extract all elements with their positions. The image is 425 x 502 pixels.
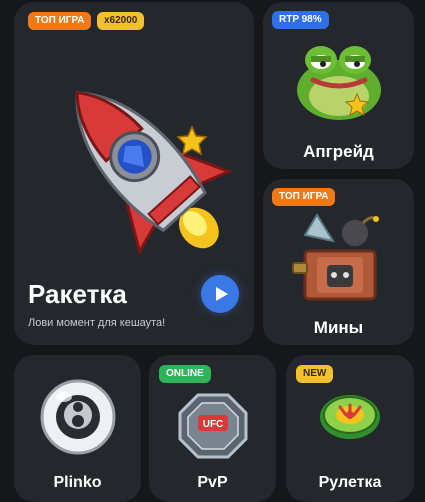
game-card-plinko[interactable]: Plinko: [14, 355, 141, 502]
raketka-subtitle: Лови момент для кешаута!: [28, 317, 166, 329]
top-game-badge: ТОП ИГРА: [28, 12, 92, 30]
game-card-mines[interactable]: ТОП ИГРА Мины: [263, 179, 414, 345]
raketka-title: Ракетка: [28, 279, 127, 309]
online-badge: ONLINE: [159, 365, 211, 383]
plinko-title: Plinko: [53, 474, 102, 491]
ufc-ring-image: UFC: [178, 393, 248, 459]
game-card-raketka[interactable]: ТОП ИГРА x62000 Ракетка Лови момент для …: [14, 2, 254, 345]
multiplier-badge: x62000: [97, 12, 145, 30]
plinko-ball-image: [40, 379, 116, 455]
game-card-pvp[interactable]: ONLINE UFC PvP: [149, 355, 276, 502]
mines-box-image: [292, 213, 379, 301]
game-card-upgrade[interactable]: RTP 98% Апгрейд: [263, 2, 414, 169]
rocket-image: [75, 91, 233, 256]
mines-title: Мины: [313, 318, 364, 337]
rtp-badge: RTP 98%: [272, 11, 329, 29]
upgrade-title: Апгрейд: [303, 142, 374, 161]
ufc-label: UFC: [203, 419, 224, 430]
play-icon: [216, 287, 228, 301]
play-button[interactable]: [201, 275, 239, 313]
roulette-wheel-image: [320, 395, 380, 439]
roulette-title: Рулетка: [318, 474, 382, 491]
pvp-title: PvP: [197, 474, 228, 491]
top-game-badge: ТОП ИГРА: [272, 188, 336, 206]
new-badge: NEW: [296, 365, 334, 383]
frog-image: [297, 46, 381, 120]
game-card-roulette[interactable]: NEW Рулетка: [286, 355, 414, 502]
